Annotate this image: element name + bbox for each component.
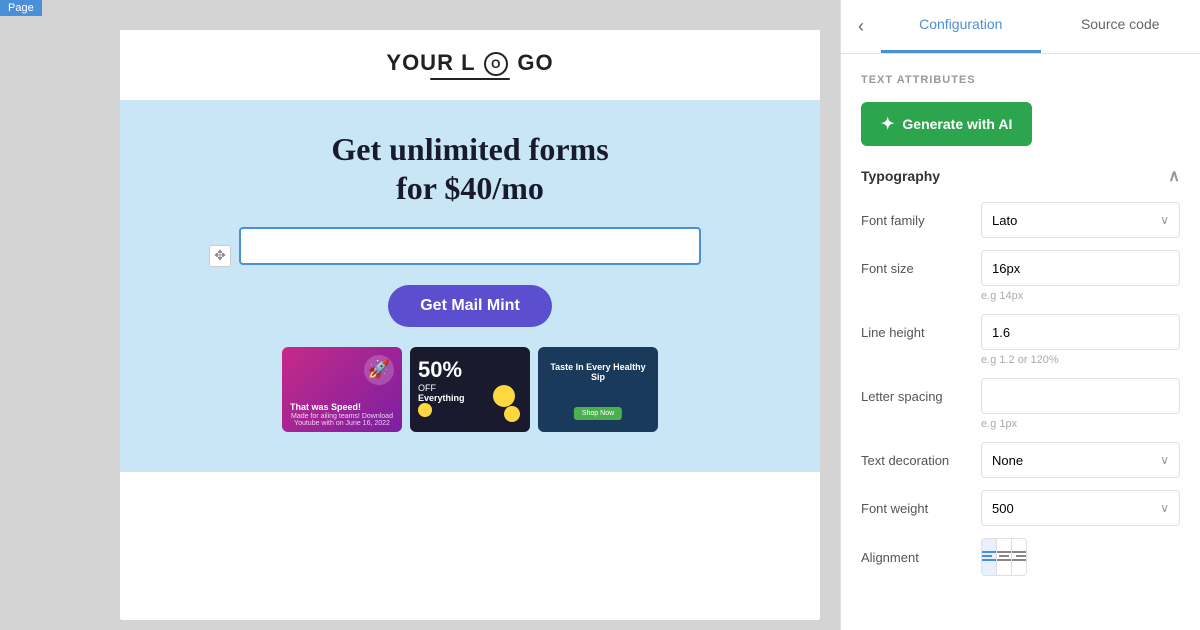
preview-card-2-everything: Everything — [418, 393, 465, 403]
align-right-button[interactable] — [1012, 539, 1026, 575]
font-size-hint: e.g 14px — [861, 290, 1180, 302]
logo-suffix: GO — [517, 50, 553, 75]
line-height-input[interactable] — [981, 314, 1180, 350]
tab-source-code[interactable]: Source code — [1041, 0, 1200, 53]
align-left-button[interactable] — [982, 539, 997, 575]
panel-tabs: ‹ Configuration Source code — [841, 0, 1200, 54]
letter-spacing-input[interactable] — [981, 378, 1180, 414]
line-height-label: Line height — [861, 325, 971, 340]
text-decoration-value: None — [992, 453, 1023, 468]
move-handle[interactable]: ✥ — [209, 245, 231, 267]
preview-card-1: 🚀 That was Speed! Made for ailing teams!… — [282, 347, 402, 432]
yellow-circle-1 — [418, 403, 432, 417]
back-icon: ‹ — [858, 16, 864, 37]
alignment-group — [981, 538, 1027, 576]
font-size-row: Font size — [861, 250, 1180, 286]
logo-text: YOUR L — [386, 50, 475, 75]
font-weight-row: Font weight 500 ∨ — [861, 490, 1180, 526]
font-family-chevron: ∨ — [1160, 213, 1169, 227]
preview-card-3: Taste In Every Healthy Sip Shop Now — [538, 347, 658, 432]
hero-email-input[interactable] — [239, 227, 701, 265]
move-icon: ✥ — [214, 247, 226, 264]
font-size-input[interactable] — [981, 250, 1180, 286]
preview-card-1-text: That was Speed! — [290, 402, 361, 412]
font-weight-chevron: ∨ — [1160, 501, 1169, 515]
canvas-area: Page YOUR L O GO Get unlimited forms for… — [0, 0, 840, 630]
text-decoration-label: Text decoration — [861, 453, 971, 468]
font-family-label: Font family — [861, 213, 971, 228]
typography-section-title: Typography ∧ — [861, 166, 1180, 186]
generate-ai-button[interactable]: ✦ Generate with AI — [861, 102, 1032, 146]
yellow-circle-3 — [504, 406, 520, 422]
text-decoration-row: Text decoration None ∨ — [861, 442, 1180, 478]
template-hero: Get unlimited forms for $40/mo ✥ Get Mai… — [120, 100, 820, 472]
letter-spacing-row: Letter spacing — [861, 378, 1180, 414]
align-center-button[interactable] — [997, 539, 1012, 575]
align-center-icon — [997, 551, 1011, 563]
alignment-label: Alignment — [861, 550, 971, 565]
align-left-icon — [982, 551, 996, 563]
letter-spacing-label: Letter spacing — [861, 389, 971, 404]
template-previews: 🚀 That was Speed! Made for ailing teams!… — [140, 347, 800, 452]
canvas-content: YOUR L O GO Get unlimited forms for $40/… — [120, 30, 820, 620]
panel-body: TEXT ATTRIBUTES ✦ Generate with AI Typog… — [841, 54, 1200, 630]
page-label: Page — [0, 0, 42, 16]
preview-card-2-sub: OFF — [418, 383, 436, 393]
generate-ai-label: Generate with AI — [902, 116, 1012, 132]
preview-card-2: 50% OFF Everything — [410, 347, 530, 432]
font-weight-value: 500 — [992, 501, 1014, 516]
logo-underline — [430, 78, 510, 80]
preview-card-2-big-text: 50% — [418, 357, 462, 383]
logo-area: YOUR L O GO — [386, 50, 553, 80]
text-attributes-label: TEXT ATTRIBUTES — [861, 74, 1180, 86]
font-family-row: Font family Lato ∨ — [861, 202, 1180, 238]
line-height-hint: e.g 1.2 or 120% — [861, 354, 1180, 366]
logo-circle: O — [484, 52, 508, 76]
preview-card-3-text: Taste In Every Healthy Sip — [546, 362, 650, 382]
line-height-row: Line height — [861, 314, 1180, 350]
right-panel: ‹ Configuration Source code TEXT ATTRIBU… — [840, 0, 1200, 630]
tab-configuration[interactable]: Configuration — [881, 0, 1041, 53]
font-weight-dropdown[interactable]: 500 ∨ — [981, 490, 1180, 526]
ai-icon: ✦ — [881, 114, 894, 134]
letter-spacing-hint: e.g 1px — [861, 418, 1180, 430]
font-size-label: Font size — [861, 261, 971, 276]
collapse-icon[interactable]: ∧ — [1168, 166, 1180, 186]
align-right-icon — [1012, 551, 1026, 563]
text-decoration-chevron: ∨ — [1160, 453, 1169, 467]
typography-label: Typography — [861, 168, 940, 184]
back-button[interactable]: ‹ — [841, 0, 881, 53]
cta-button[interactable]: Get Mail Mint — [388, 285, 552, 327]
alignment-row: Alignment — [861, 538, 1180, 576]
text-decoration-dropdown[interactable]: None ∨ — [981, 442, 1180, 478]
hero-title: Get unlimited forms for $40/mo — [140, 130, 800, 207]
yellow-circle-2 — [493, 385, 515, 407]
template-header: YOUR L O GO — [120, 30, 820, 100]
email-template: YOUR L O GO Get unlimited forms for $40/… — [120, 30, 820, 472]
font-weight-label: Font weight — [861, 501, 971, 516]
preview-card-3-btn: Shop Now — [574, 407, 622, 420]
font-family-dropdown[interactable]: Lato ∨ — [981, 202, 1180, 238]
font-family-value: Lato — [992, 213, 1017, 228]
